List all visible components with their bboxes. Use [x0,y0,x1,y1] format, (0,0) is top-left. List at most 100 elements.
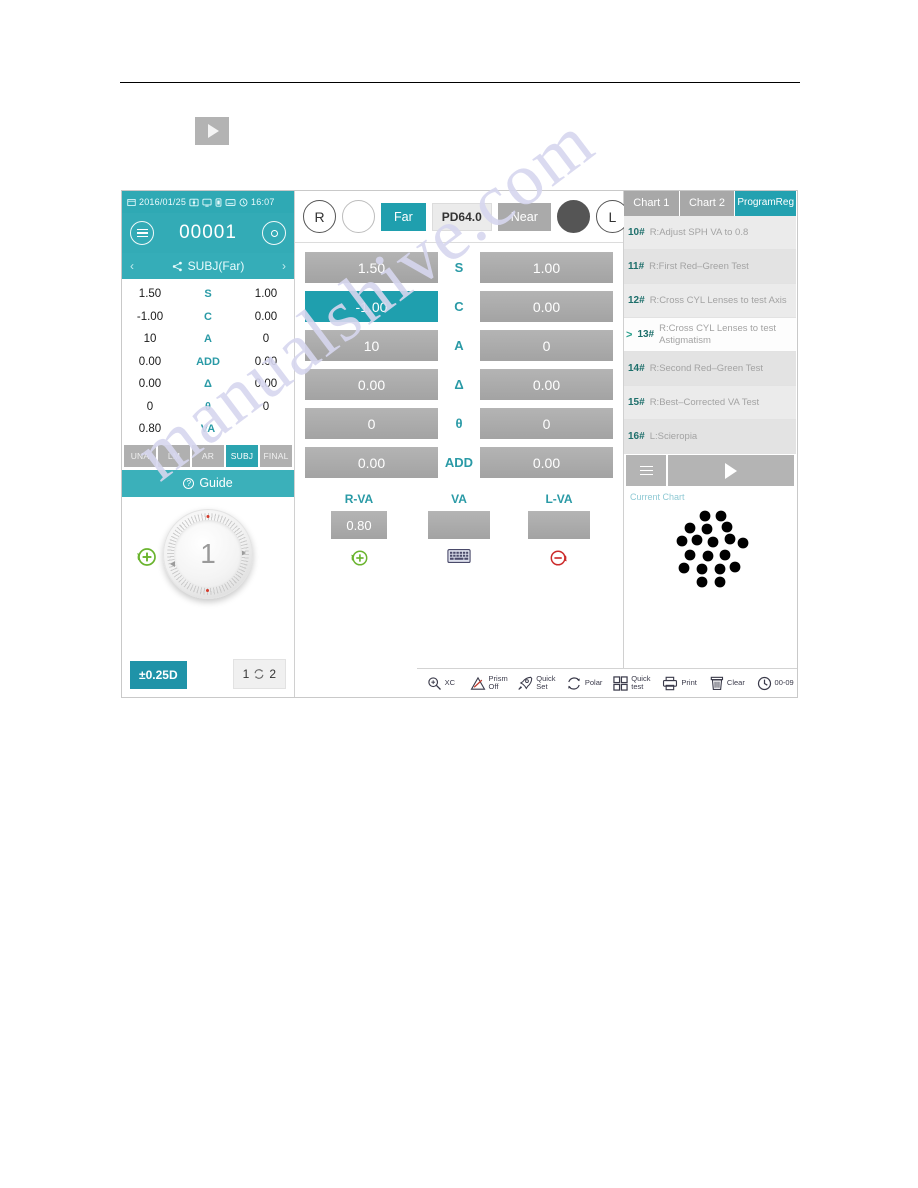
dial-panel: 1 ±0.25D 1 2 [122,497,294,698]
next-arrow-icon[interactable]: › [282,259,286,273]
list-item[interactable]: 15# R:Best–Corrected VA Test [624,386,796,420]
bottom-toolbar: XC Prism Off Quick Set Polar Quick test [417,668,797,697]
va-increase-icon[interactable] [309,547,409,569]
step-size-button[interactable]: ±0.25D [130,661,187,689]
gear-icon[interactable] [262,221,286,245]
hamburger-menu-icon[interactable] [130,221,154,245]
table-row: -1.00 C 0.00 [122,306,294,329]
va-value[interactable] [428,511,490,539]
row-left-value: 0 [146,400,154,413]
status-date: 2016/01/25 [139,197,187,207]
list-item[interactable]: 16# L:Scieropia [624,420,796,454]
left-theta-value[interactable]: 0 [480,408,613,439]
far-button[interactable]: Far [381,202,426,231]
left-add-value[interactable]: 0.00 [480,447,613,478]
play-icon [208,124,219,138]
program-number: 15# [628,397,645,408]
current-chart-label: Current Chart [630,492,685,502]
list-item[interactable]: 11# R:First Red–Green Test [624,250,796,284]
control-knob[interactable]: 1 [163,508,253,599]
r-va-value[interactable]: 0.80 [331,511,387,539]
tab-chart-2[interactable]: Chart 2 [679,191,736,216]
mode-tab-lm[interactable]: LM [158,444,190,467]
tool-quick-set[interactable]: Quick Set [513,669,561,697]
program-number: 10# [628,227,645,238]
grid-icon [613,675,628,691]
right-theta-value[interactable]: 0 [305,408,438,439]
eye-control-bar: R Far PD64.0 Near L [295,191,629,243]
right-s-value[interactable]: 1.50 [305,252,438,283]
va-section: R-VA 0.80 VA L-VA [295,488,623,569]
subj-navigation-bar[interactable]: ‹ SUBJ(Far) › [122,253,294,279]
value-label-theta: θ [455,416,463,431]
clock-icon [239,198,248,207]
program-text: R:Cross CYL Lenses to test Astigmatism [659,323,776,346]
selected-caret-icon: > [626,328,633,341]
program-number: 14# [628,363,645,374]
right-c-value[interactable]: -1.00 [305,291,438,322]
right-eye-occluder-button[interactable] [342,200,375,233]
row-right-value: 0 [262,400,270,413]
value-row-add: 0.00 ADD 0.00 [305,447,613,478]
mode-tab-una[interactable]: UNA [124,444,156,467]
tool-prism-off[interactable]: Prism Off [465,669,513,697]
table-row: 0.80 VA [122,418,294,441]
value-label-s: S [454,260,464,275]
tool-timer[interactable]: 00-09 [751,669,797,697]
guide-button[interactable]: ? Guide [122,469,294,497]
row-left-value: 0.00 [138,355,162,368]
tab-chart-1[interactable]: Chart 1 [624,191,680,216]
left-s-value[interactable]: 1.00 [480,252,613,283]
tool-polar[interactable]: Polar [560,669,608,697]
right-panel: Chart 1 Chart 2 ProgramReg 10# R:Adjust … [624,191,797,697]
list-item-selected[interactable]: > 13# R:Cross CYL Lenses to test Astigma… [624,318,796,352]
dot-cluster-chart [630,504,790,596]
left-a-value[interactable]: 0 [480,330,613,361]
tool-label: XC [444,678,456,688]
tool-clear[interactable]: Clear [704,669,752,697]
l-va-label: L-VA [545,492,573,506]
row-label: C [204,310,212,323]
calendar-icon [127,198,136,207]
status-time: 16:07 [251,197,275,207]
swap-left-value: 1 [242,667,250,681]
prev-arrow-icon[interactable]: ‹ [130,259,134,273]
value-row-a: 10 A 0 [305,330,613,361]
tab-program-reg[interactable]: ProgramReg [735,191,797,216]
left-c-value[interactable]: 0.00 [480,291,613,322]
tool-print[interactable]: Print [656,669,704,697]
program-play-button[interactable] [668,455,794,486]
keyboard-icon[interactable] [409,547,509,565]
mode-tab-ar[interactable]: AR [192,444,224,467]
va-decrease-icon[interactable] [509,547,609,569]
pd-value-button[interactable]: PD64.0 [431,202,492,231]
printer-icon [662,676,678,691]
tool-quick-test[interactable]: Quick test [608,669,656,697]
rotate-plus-icon[interactable] [134,545,158,569]
l-va-value[interactable] [528,511,590,539]
left-eye-occluder-button[interactable] [556,200,590,233]
value-label-prism: Δ [454,377,464,392]
list-item[interactable]: 10# R:Adjust SPH VA to 0.8 [624,216,796,250]
left-prism-value[interactable]: 0.00 [480,369,613,400]
program-list: 10# R:Adjust SPH VA to 0.8 11# R:First R… [624,216,796,454]
list-item[interactable]: 12# R:Cross CYL Lenses to test Axis [624,284,796,318]
list-item[interactable]: 14# R:Second Red–Green Test [624,352,796,386]
row-label: θ [205,400,211,413]
swap-icon [253,668,265,680]
rocket-icon [517,676,533,691]
right-prism-value[interactable]: 0.00 [305,369,438,400]
mode-tab-subj[interactable]: SUBJ [226,444,258,467]
mode-tab-final[interactable]: FINAL [260,444,292,467]
monitor-icon [202,198,212,207]
right-eye-button[interactable]: R [303,200,336,233]
right-a-value[interactable]: 10 [305,330,438,361]
right-add-value[interactable]: 0.00 [305,447,438,478]
tool-xc[interactable]: XC [417,669,465,697]
table-row: 0.00 ADD 0.00 [122,351,294,374]
near-button[interactable]: Near [497,202,551,231]
list-menu-icon[interactable] [626,455,666,486]
projector-icon [189,198,199,207]
swap-eye-button[interactable]: 1 2 [232,659,286,689]
row-label: Δ [204,378,212,391]
